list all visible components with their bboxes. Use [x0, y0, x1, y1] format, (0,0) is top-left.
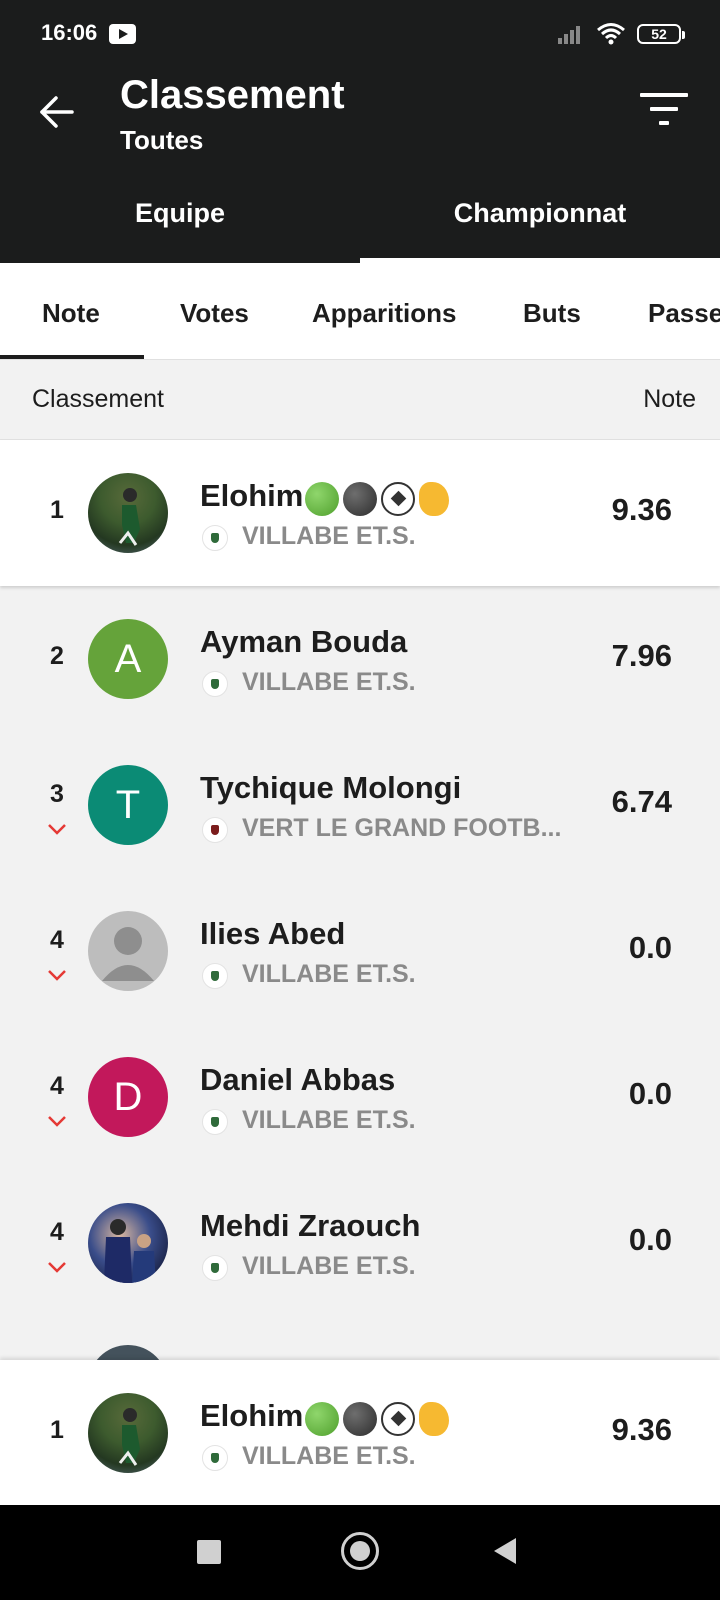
player-name: Ayman Bouda — [200, 624, 408, 659]
club-logo-icon — [202, 1255, 228, 1281]
club-logo-icon — [202, 671, 228, 697]
club-name: VILLABE ET.S. — [242, 522, 416, 550]
player-score: 0.0 — [628, 930, 672, 965]
club-name: VILLABE ET.S. — [242, 1252, 416, 1280]
signal-icon — [558, 26, 580, 44]
tab-note[interactable]: Note — [42, 263, 100, 359]
club-logo-icon — [202, 817, 228, 843]
battery-level: 52 — [651, 26, 667, 42]
app-bar: Classement Toutes Equipe Championnat — [0, 55, 720, 263]
black-circle-icon — [343, 1402, 378, 1437]
battery-icon: 52 — [637, 24, 685, 44]
soccer-ball-icon — [381, 482, 416, 517]
status-time: 16:06 — [41, 20, 98, 45]
player-avatar — [88, 1393, 168, 1473]
tab-votes[interactable]: Votes — [180, 263, 249, 359]
tab-championnat[interactable]: Championnat — [360, 185, 720, 263]
rank-number: 4 — [50, 926, 64, 954]
player-name: Elohim — [200, 478, 453, 517]
sub-tab-indicator — [0, 355, 144, 359]
player-avatar: A — [88, 619, 168, 699]
club-name: VILLABE ET.S. — [242, 960, 416, 988]
back-icon[interactable] — [494, 1538, 516, 1564]
black-circle-icon — [343, 482, 378, 517]
rank-number: 1 — [50, 496, 64, 524]
column-score-label: Note — [643, 385, 696, 413]
tab-apparitions[interactable]: Apparitions — [312, 263, 456, 359]
current-user-row[interactable]: 1 Elohim VILLABE ET.S. 9.36 — [0, 1360, 720, 1505]
home-icon[interactable] — [341, 1532, 379, 1570]
page-subtitle: Toutes — [120, 125, 204, 155]
hand-icon — [419, 482, 450, 517]
player-name: Elohim — [200, 1398, 453, 1437]
youtube-notification-icon — [109, 24, 136, 44]
player-score: 6.74 — [611, 784, 672, 819]
player-score: 7.96 — [611, 638, 672, 673]
player-avatar: D — [88, 1057, 168, 1137]
player-avatar: T — [88, 765, 168, 845]
club-logo-icon — [202, 1445, 228, 1471]
back-arrow-icon[interactable] — [32, 87, 82, 137]
green-circle-icon — [305, 482, 340, 517]
player-score: 0.0 — [628, 1222, 672, 1257]
player-name: Tychique Molongi — [200, 770, 462, 805]
status-bar: 16:06 52 — [0, 0, 720, 55]
column-rank-label: Classement — [32, 385, 164, 413]
ranking-row[interactable]: 4 Ilies Abed VILLABE ET.S. 0.0 — [0, 878, 720, 1024]
player-emojis — [305, 1399, 453, 1437]
ranking-row[interactable]: 4 D Daniel Abbas VILLABE ET.S. 0.0 — [0, 1024, 720, 1170]
ranking-row[interactable]: 2 A Ayman Bouda VILLABE ET.S. 7.96 — [0, 586, 720, 732]
trend-down-icon — [48, 1116, 66, 1127]
default-avatar-icon — [88, 911, 168, 991]
player-avatar — [88, 473, 168, 553]
page-title: Classement — [120, 73, 345, 117]
green-circle-icon — [305, 1402, 340, 1437]
trend-down-icon — [48, 1262, 66, 1273]
player-name: Ilies Abed — [200, 916, 346, 951]
tab-equipe[interactable]: Equipe — [0, 185, 360, 263]
ranking-row[interactable]: 4 Mehdi Zraouch VILLABE ET.S. 0.0 — [0, 1170, 720, 1316]
system-navigation-bar — [0, 1505, 720, 1600]
soccer-ball-icon — [381, 1402, 416, 1437]
stat-tabs: Note Votes Apparitions Buts Passe — [0, 263, 720, 360]
club-name: VILLABE ET.S. — [242, 1442, 416, 1470]
tab-buts[interactable]: Buts — [523, 263, 581, 359]
rank-number: 2 — [50, 642, 64, 670]
player-avatar — [88, 1203, 168, 1283]
player-score: 9.36 — [611, 1412, 672, 1447]
player-score: 0.0 — [628, 1076, 672, 1111]
club-name: VILLABE ET.S. — [242, 668, 416, 696]
rank-number: 4 — [50, 1218, 64, 1246]
ranking-row[interactable]: 1 Elohim VILLABE ET.S. 9.36 — [0, 440, 720, 586]
trend-down-icon — [48, 970, 66, 981]
player-name: Daniel Abbas — [200, 1062, 396, 1097]
club-name: VILLABE ET.S. — [242, 1106, 416, 1134]
recent-apps-icon[interactable] — [197, 1540, 221, 1564]
wifi-icon — [597, 23, 625, 45]
ranking-row[interactable]: 3 T Tychique Molongi VERT LE GRAND FOOTB… — [0, 732, 720, 878]
rank-number: 1 — [50, 1416, 64, 1444]
trend-down-icon — [48, 824, 66, 835]
club-logo-icon — [202, 525, 228, 551]
rank-number: 3 — [50, 780, 64, 808]
player-score: 9.36 — [611, 492, 672, 527]
player-name: Mehdi Zraouch — [200, 1208, 421, 1243]
club-logo-icon — [202, 963, 228, 989]
player-emojis — [305, 479, 453, 517]
hand-icon — [419, 1402, 450, 1437]
club-name: VERT LE GRAND FOOTB... — [242, 814, 562, 842]
column-header: Classement Note — [0, 360, 720, 440]
rank-number: 4 — [50, 1072, 64, 1100]
club-logo-icon — [202, 1109, 228, 1135]
filter-icon[interactable] — [640, 91, 692, 131]
tab-passes[interactable]: Passe — [648, 263, 720, 359]
